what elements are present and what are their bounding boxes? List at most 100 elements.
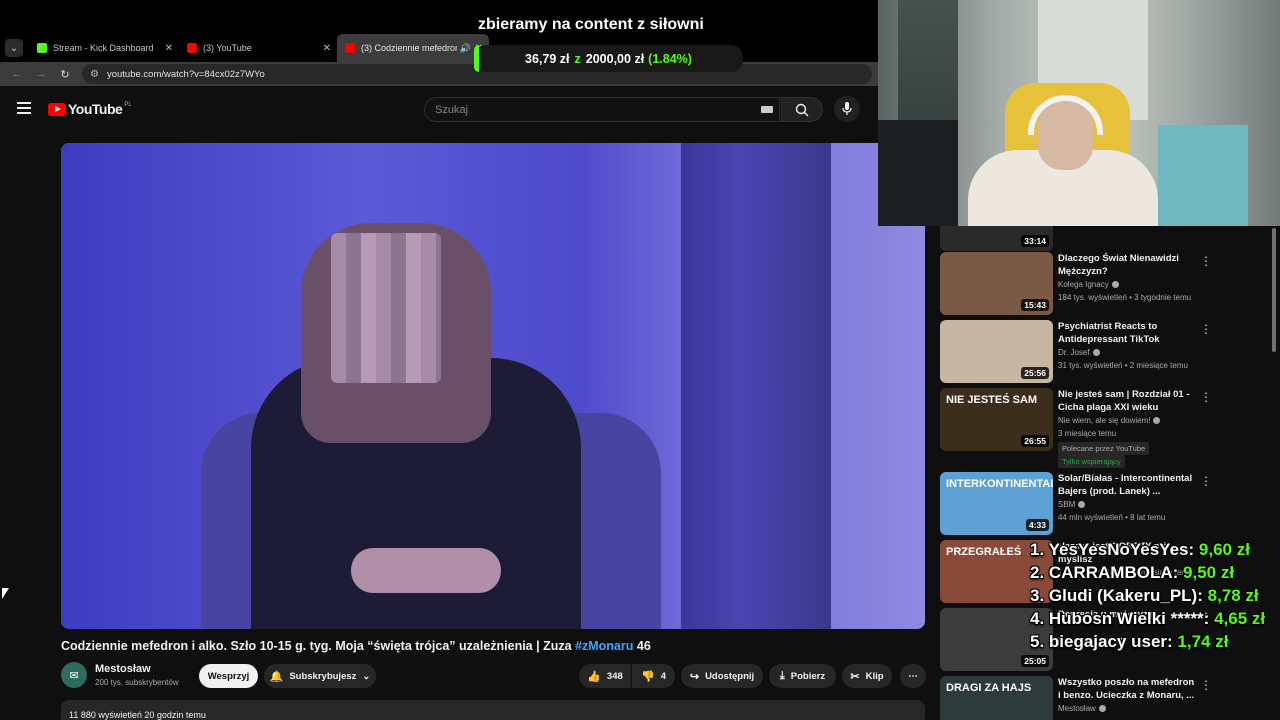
- recommendation-title[interactable]: Nie jesteś sam | Rozdział 01 - Cicha pla…: [1058, 388, 1198, 414]
- video-hashtag-link[interactable]: #zMonaru: [575, 639, 633, 653]
- recommendation-channel-name: SBM: [1058, 500, 1076, 509]
- recommendation-channel-name: Mestosław: [1058, 704, 1096, 713]
- thumbnail-text: INTERKONTINENTAL: [946, 478, 1053, 490]
- mic-icon: [842, 102, 852, 115]
- screen: ⌄ Stream - Kick Dashboard ✕ (3) YouTube …: [0, 0, 1280, 720]
- verified-icon: [1153, 417, 1161, 425]
- video-frame-hands: [351, 548, 501, 593]
- tab-search-chevron-icon[interactable]: ⌄: [5, 39, 23, 57]
- donor-leaderboard: 1. YesYesNoYesYes: 9,60 zł 2. CARRAMBOLA:…: [1030, 540, 1265, 655]
- donation-amount: 8,78 zł: [1207, 586, 1259, 605]
- recommendation-item[interactable]: 25:56 Psychiatrist Reacts to Antidepressa…: [940, 320, 1270, 386]
- like-button[interactable]: 👍 348: [579, 664, 631, 688]
- recommendation-title[interactable]: Solar/Białas - Intercontinental Bajers (…: [1058, 472, 1198, 498]
- video-thumbnail[interactable]: DRAGI ZA HAJS: [940, 676, 1053, 720]
- reload-icon[interactable]: ↻: [58, 68, 72, 81]
- mouse-cursor-icon: [2, 588, 9, 599]
- tab-close-icon[interactable]: ✕: [323, 43, 331, 54]
- goal-percent: (1.84%): [648, 51, 692, 66]
- recommendation-title[interactable]: Dlaczego Świat Nienawidzi Mężczyzn?: [1058, 252, 1198, 278]
- video-thumbnail[interactable]: NIE JESTEŚ SAM 26:55: [940, 388, 1053, 451]
- tab-label: Stream - Kick Dashboard: [53, 43, 154, 53]
- like-count: 348: [606, 670, 623, 682]
- tab-label: (3) YouTube: [203, 43, 252, 53]
- donation-amount: 9,60 zł: [1198, 540, 1250, 559]
- recommendation-title[interactable]: Wszystko poszło na mefedron i benzo. Uci…: [1058, 676, 1198, 702]
- youtube-logo[interactable]: YouTube PL: [48, 101, 132, 117]
- video-player[interactable]: [61, 143, 925, 629]
- tab-youtube[interactable]: (3) YouTube ✕: [179, 34, 337, 62]
- thumbs-up-icon: 👍: [587, 670, 601, 683]
- forward-icon[interactable]: →: [34, 68, 48, 80]
- stream-goal-fill: [474, 45, 479, 72]
- video-thumbnail[interactable]: 15:43: [940, 252, 1053, 315]
- menu-icon[interactable]: [17, 102, 31, 117]
- webcam-foreground: [878, 120, 958, 226]
- tab-close-icon[interactable]: ✕: [165, 43, 173, 54]
- clip-label: Klip: [865, 670, 884, 682]
- more-vert-icon[interactable]: ⋮: [1200, 322, 1212, 336]
- video-thumbnail[interactable]: 25:56: [940, 320, 1053, 383]
- dislike-button[interactable]: 👎 4: [632, 664, 675, 688]
- recommendation-channel-name: Dr. Josef: [1058, 348, 1090, 357]
- thumbnail-text: DRAGI ZA HAJS: [946, 682, 1032, 694]
- tab-kick-dashboard[interactable]: Stream - Kick Dashboard ✕: [29, 34, 179, 62]
- site-info-icon[interactable]: ⚙: [90, 69, 99, 80]
- donor-name: 4. Hubosn Wielki *****:: [1030, 609, 1210, 628]
- tab-current-video[interactable]: (3) Codziennie mefedron i a 🔊 ✕: [337, 34, 489, 62]
- recommendation-channel-name: Nie wiem, ale się dowiem!: [1058, 416, 1151, 425]
- video-duration: 4:33: [1025, 519, 1049, 531]
- recommendation-channel[interactable]: SBM: [1058, 500, 1086, 509]
- more-actions-button[interactable]: ⋯: [900, 664, 926, 688]
- recommendation-item[interactable]: INTERKONTINENTAL 4:33 Solar/Białas - Inter…: [940, 472, 1270, 538]
- channel-avatar[interactable]: ✉: [61, 662, 87, 688]
- sidebar-scrollbar[interactable]: [1272, 228, 1276, 352]
- keyboard-icon[interactable]: [761, 106, 773, 113]
- clip-button[interactable]: ✂ Klip: [842, 664, 892, 688]
- video-title-text: Codziennie mefedron i alko. Szło 10-15 g…: [61, 639, 572, 653]
- video-thumbnail[interactable]: INTERKONTINENTAL 4:33: [940, 472, 1053, 535]
- audio-playing-icon[interactable]: 🔊: [460, 43, 471, 54]
- recommendation-item[interactable]: NIE JESTEŚ SAM 26:55 Nie jesteś sam | Rozd…: [940, 388, 1270, 468]
- youtube-play-icon: [48, 102, 66, 116]
- channel-name[interactable]: Mestosław: [95, 663, 151, 675]
- youtube-logo-text: YouTube: [68, 101, 123, 117]
- share-button[interactable]: ↪ Udostępnij: [681, 664, 763, 688]
- video-duration: 33:14: [1021, 235, 1049, 247]
- download-button[interactable]: ⤓ Pobierz: [769, 664, 836, 688]
- scissors-icon: ✂: [850, 670, 860, 683]
- recommendation-channel[interactable]: Nie wiem, ale się dowiem!: [1058, 416, 1161, 425]
- recommendation-item[interactable]: 15:43 Dlaczego Świat Nienawidzi Mężczyzn?…: [940, 252, 1270, 318]
- goal-current: 36,79 zł: [525, 51, 570, 66]
- region-code: PL: [124, 102, 132, 108]
- description-box[interactable]: 11 880 wyświetleń 20 godzin temu: [61, 700, 925, 720]
- back-icon[interactable]: ←: [10, 68, 24, 80]
- kick-favicon-icon: [37, 43, 47, 53]
- subscribe-button[interactable]: 🔔 Subskrybujesz ⌄: [264, 664, 376, 688]
- recommendation-channel[interactable]: Kolega Ignacy: [1058, 280, 1119, 289]
- video-title-number: 46: [636, 639, 651, 653]
- donor-name: 1. YesYesNoYesYes:: [1030, 540, 1195, 559]
- recommendation-channel[interactable]: Mestosław: [1058, 704, 1106, 713]
- verified-icon: [1098, 705, 1106, 713]
- search-button[interactable]: [781, 97, 823, 122]
- search-icon: [795, 103, 809, 116]
- support-button[interactable]: Wesprzyj: [199, 664, 258, 688]
- donation-amount: 4,65 zł: [1214, 609, 1266, 628]
- download-label: Pobierz: [790, 670, 826, 682]
- recommendation-channel[interactable]: Dr. Josef: [1058, 348, 1100, 357]
- recommendation-title[interactable]: Psychiatrist Reacts to Antidepressant Ti…: [1058, 320, 1198, 346]
- recommendation-channel-name: Kolega Ignacy: [1058, 280, 1109, 289]
- stream-goal-text: 36,79 zł z 2000,00 zł (1.84%): [525, 52, 692, 66]
- more-vert-icon[interactable]: ⋮: [1200, 390, 1212, 404]
- recommendation-meta: 44 mln wyświetleń • 8 lat temu: [1058, 513, 1166, 522]
- more-vert-icon[interactable]: ⋮: [1200, 254, 1212, 268]
- search-input[interactable]: Szukaj: [424, 97, 780, 122]
- more-vert-icon[interactable]: ⋮: [1200, 678, 1212, 692]
- channel-subscribers: 200 tys. subskrybentów: [95, 678, 179, 687]
- recommendation-item[interactable]: DRAGI ZA HAJS Wszystko poszło na mefedron…: [940, 676, 1270, 720]
- stream-goal-bar: 36,79 zł z 2000,00 zł (1.84%): [474, 45, 743, 72]
- donation-amount: 9,50 zł: [1183, 563, 1235, 582]
- voice-search-button[interactable]: [834, 96, 860, 122]
- more-vert-icon[interactable]: ⋮: [1200, 474, 1212, 488]
